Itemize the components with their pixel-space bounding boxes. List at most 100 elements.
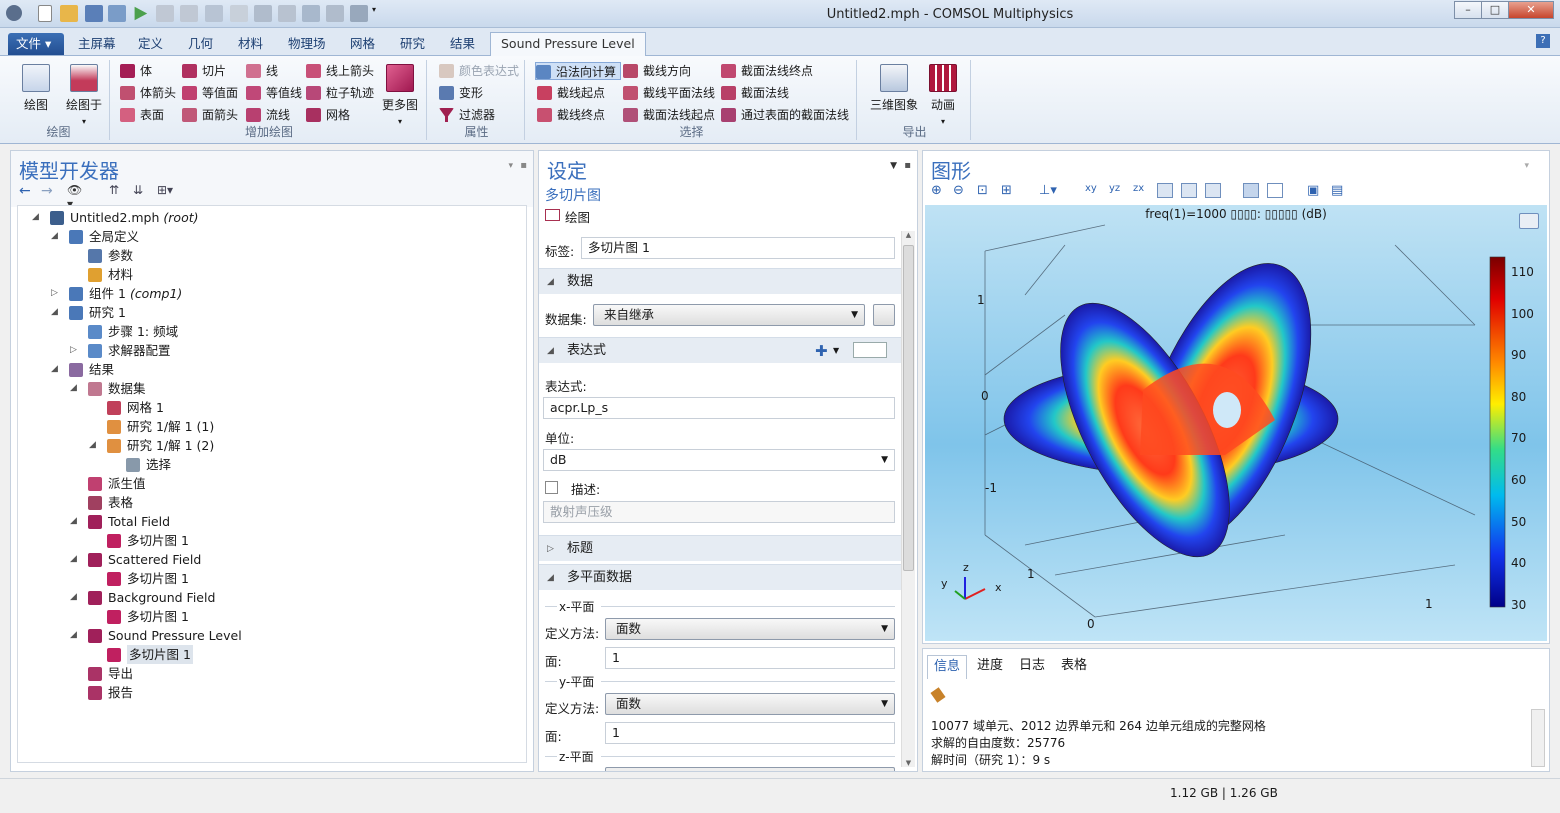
cut-line-direction-button[interactable]: 截线方向 bbox=[623, 62, 691, 80]
cut-plane-normal-start-button[interactable]: 截面法线起点 bbox=[623, 106, 715, 124]
pin-icon[interactable]: ▪ bbox=[520, 160, 527, 171]
view-xy-icon[interactable]: xy bbox=[1085, 183, 1101, 198]
y-planes-field[interactable]: 1 bbox=[605, 722, 895, 744]
color-expression-button[interactable]: 颜色表达式 bbox=[439, 62, 519, 80]
plot-in-button[interactable]: 绘图于 ▾ bbox=[60, 64, 108, 127]
cut-line-plane-normal-button[interactable]: 截线平面法线 bbox=[623, 84, 715, 102]
graphics-canvas[interactable]: freq(1)=1000 ▯▯▯▯: ▯▯▯▯▯ (dB) 1 0 -1 1 0… bbox=[925, 205, 1547, 641]
animation-button[interactable]: 动画 ▾ bbox=[923, 64, 963, 127]
tab-results[interactable]: 结果 bbox=[442, 33, 483, 55]
messages-scrollbar[interactable] bbox=[1531, 709, 1545, 767]
line-button[interactable]: 线 bbox=[246, 62, 278, 80]
label-field[interactable]: 多切片图 1 bbox=[581, 237, 895, 259]
expand-toggle-icon[interactable]: ▷ bbox=[51, 284, 58, 303]
more-plots-button[interactable]: 更多图 ▾ bbox=[378, 64, 422, 127]
tab-materials[interactable]: 材料 bbox=[230, 33, 271, 55]
section-expression-header[interactable]: ◢ 表达式 ✚ ▼ bbox=[539, 337, 901, 363]
zoom-extents-icon[interactable]: ⊞ bbox=[1001, 183, 1017, 198]
cut-plane-normal-through-surface-button[interactable]: 通过表面的截面法线 bbox=[721, 106, 849, 124]
tab-home[interactable]: 主屏幕 bbox=[70, 33, 124, 55]
replace-expression-icon[interactable] bbox=[853, 342, 887, 358]
graphics-menu-icon[interactable]: ▾ bbox=[1524, 161, 1529, 171]
transparency-icon[interactable] bbox=[1267, 183, 1283, 198]
zoom-in-icon[interactable]: ⊕ bbox=[931, 183, 947, 198]
light-icon[interactable] bbox=[1243, 183, 1259, 198]
settings-scrollbar[interactable]: ▲ ▼ bbox=[901, 231, 915, 767]
scroll-up-icon[interactable]: ▲ bbox=[902, 231, 915, 239]
expand-toggle-icon[interactable]: ◢ bbox=[51, 227, 58, 246]
cut-line-end-button[interactable]: 截线终点 bbox=[537, 106, 605, 124]
view-axes-icon[interactable]: ⊥▾ bbox=[1039, 183, 1057, 198]
close-button[interactable]: ✕ bbox=[1508, 1, 1554, 19]
camera-icon[interactable]: ▣ bbox=[1307, 183, 1323, 198]
tab-sound-pressure-level[interactable]: Sound Pressure Level bbox=[490, 32, 646, 56]
expand-toggle-icon[interactable]: ◢ bbox=[89, 436, 96, 455]
tab-messages[interactable]: 信息 bbox=[927, 655, 968, 679]
back-arrow-icon[interactable]: ← bbox=[19, 183, 35, 199]
expand-toggle-icon[interactable]: ◢ bbox=[70, 550, 77, 569]
tab-file[interactable]: 文件 ▾ bbox=[8, 33, 64, 55]
z-method-combo[interactable] bbox=[605, 767, 895, 771]
clear-messages-icon[interactable] bbox=[930, 687, 946, 703]
filter-button[interactable]: 过滤器 bbox=[439, 106, 495, 124]
expand-toggle-icon[interactable]: ◢ bbox=[70, 588, 77, 607]
view-yz-icon[interactable]: yz bbox=[1109, 183, 1125, 198]
y-method-combo[interactable]: 面数 ▼ bbox=[605, 693, 895, 715]
help-button[interactable]: ? bbox=[1536, 34, 1550, 48]
settings-pin-icon[interactable]: ▪ bbox=[904, 160, 911, 171]
collapse-all-icon[interactable]: ⇈ bbox=[109, 183, 125, 198]
mesh-plot-button[interactable]: 网格 bbox=[306, 106, 350, 124]
add-expression-icon[interactable]: ✚ bbox=[815, 338, 828, 364]
deformation-button[interactable]: 变形 bbox=[439, 84, 483, 102]
tab-study[interactable]: 研究 bbox=[392, 33, 433, 55]
tab-table[interactable]: 表格 bbox=[1055, 655, 1093, 679]
tab-definitions[interactable]: 定义 bbox=[130, 33, 171, 55]
cut-line-start-button[interactable]: 截线起点 bbox=[537, 84, 605, 102]
go-to-source-icon[interactable] bbox=[873, 304, 895, 326]
expand-toggle-icon[interactable]: ◢ bbox=[51, 360, 58, 379]
arrow-volume-button[interactable]: 体箭头 bbox=[120, 84, 176, 102]
streamline-button[interactable]: 流线 bbox=[246, 106, 290, 124]
axis-orientation-icon[interactable] bbox=[1181, 183, 1197, 198]
arrow-line-button[interactable]: 线上箭头 bbox=[306, 62, 374, 80]
volume-button[interactable]: 体 bbox=[120, 62, 152, 80]
scroll-down-icon[interactable]: ▼ bbox=[902, 759, 915, 767]
settings-plot-button[interactable]: 绘图 bbox=[545, 207, 590, 226]
zoom-box-icon[interactable]: ⊡ bbox=[977, 183, 993, 198]
forward-arrow-icon[interactable]: → bbox=[41, 183, 57, 199]
plot-button[interactable]: 绘图 bbox=[14, 64, 58, 113]
3d-image-button[interactable]: 三维图象 bbox=[867, 64, 921, 113]
isosurface-button[interactable]: 等值面 bbox=[182, 84, 238, 102]
section-data-header[interactable]: ◢ 数据 bbox=[539, 268, 901, 294]
minimize-button[interactable]: – bbox=[1454, 1, 1482, 19]
expand-toggle-icon[interactable]: ◢ bbox=[70, 379, 77, 398]
contour-button[interactable]: 等值线 bbox=[246, 84, 302, 102]
expand-toggle-icon[interactable]: ◢ bbox=[32, 208, 39, 227]
tab-geometry[interactable]: 几何 bbox=[180, 33, 221, 55]
arrow-surface-button[interactable]: 面箭头 bbox=[182, 106, 238, 124]
print-icon[interactable]: ▤ bbox=[1331, 183, 1347, 198]
scrollbar-thumb[interactable] bbox=[903, 245, 914, 571]
colorbar-toggle-icon[interactable] bbox=[1205, 183, 1221, 198]
tab-progress[interactable]: 进度 bbox=[971, 655, 1009, 679]
show-icon[interactable]: 👁▾ bbox=[67, 183, 83, 211]
expand-toggle-icon[interactable]: ◢ bbox=[70, 626, 77, 645]
expand-all-icon[interactable]: ⇊ bbox=[133, 183, 149, 198]
view-cube-icon[interactable] bbox=[1519, 213, 1539, 229]
description-field[interactable]: 散射声压级 bbox=[543, 501, 895, 523]
expand-toggle-icon[interactable]: ◢ bbox=[51, 303, 58, 322]
cut-plane-normal-button[interactable]: 截面法线 bbox=[721, 84, 789, 102]
evaluate-normal-button[interactable]: 沿法向计算 bbox=[535, 62, 622, 80]
settings-menu-icon[interactable]: ▼ bbox=[890, 161, 897, 171]
view-zx-icon[interactable]: zx bbox=[1133, 183, 1149, 198]
expand-toggle-icon[interactable]: ▷ bbox=[70, 341, 77, 360]
particle-tracing-button[interactable]: 粒子轨迹 bbox=[306, 84, 374, 102]
unit-select[interactable]: dB ▼ bbox=[543, 449, 895, 471]
tab-mesh[interactable]: 网格 bbox=[342, 33, 383, 55]
description-checkbox[interactable] bbox=[545, 481, 558, 494]
expression-field[interactable]: acpr.Lp_s bbox=[543, 397, 895, 419]
dataset-combo[interactable]: 来自继承 ▼ bbox=[593, 304, 865, 326]
section-multiplane-header[interactable]: ◢ 多平面数据 bbox=[539, 564, 901, 590]
tree-options-icon[interactable]: ⊞▾ bbox=[157, 183, 173, 198]
section-title-header[interactable]: ▷ 标题 bbox=[539, 535, 901, 561]
